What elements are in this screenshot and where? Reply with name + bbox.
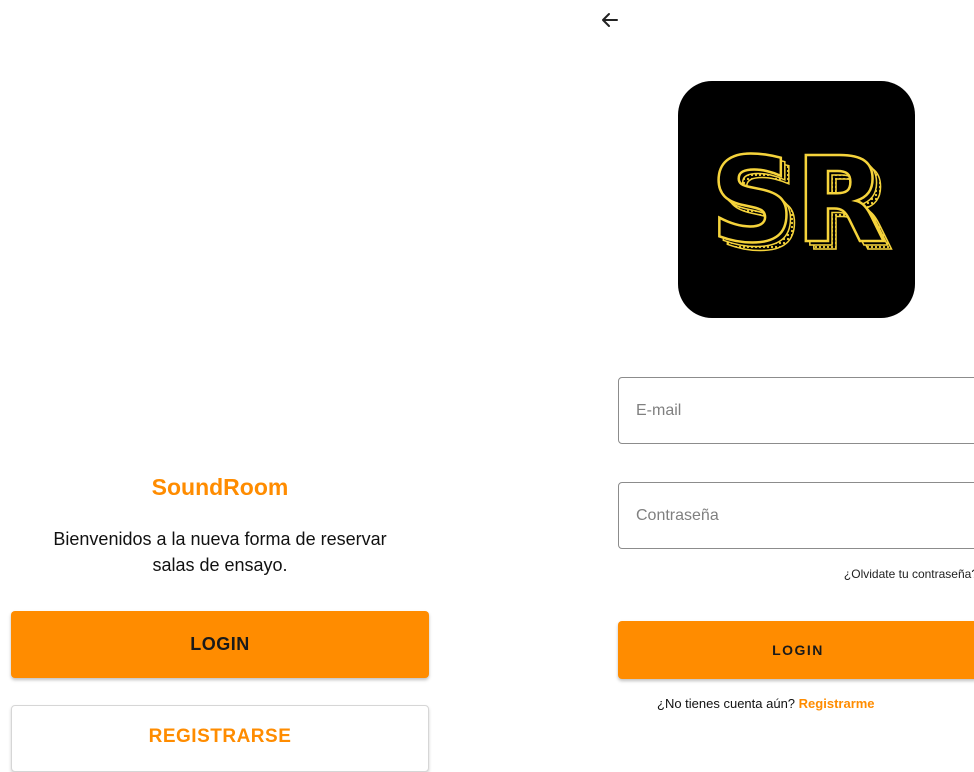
signup-prompt: ¿No tienes cuenta aún? Registrarme xyxy=(657,696,875,711)
arrow-left-icon[interactable] xyxy=(598,10,622,30)
no-account-text: ¿No tienes cuenta aún? xyxy=(657,696,796,711)
password-field[interactable] xyxy=(618,482,974,549)
forgot-password-link[interactable]: ¿Olvidate tu contraseña? xyxy=(844,567,974,581)
app-logo: SR SR SR xyxy=(678,81,915,318)
login-button[interactable]: LOGIN xyxy=(11,611,429,678)
sr-logo-icon: SR SR SR xyxy=(709,130,895,278)
email-field[interactable] xyxy=(618,377,974,444)
welcome-screen: SoundRoom Bienvenidos a la nueva forma d… xyxy=(0,0,440,772)
welcome-tagline: Bienvenidos a la nueva forma de reservar… xyxy=(0,526,440,578)
tagline-line-1: Bienvenidos a la nueva forma de reservar xyxy=(53,529,387,549)
app-title: SoundRoom xyxy=(151,474,289,500)
tagline-line-2: salas de ensayo. xyxy=(152,555,288,575)
login-submit-button[interactable]: LOGIN xyxy=(618,621,974,679)
register-button[interactable]: REGISTRARSE xyxy=(11,705,429,772)
register-link[interactable]: Registrarme xyxy=(799,696,875,711)
svg-text:SR: SR xyxy=(710,131,886,269)
login-screen: SR SR SR ¿Olvidate tu contraseña? LOGIN … xyxy=(560,0,974,767)
